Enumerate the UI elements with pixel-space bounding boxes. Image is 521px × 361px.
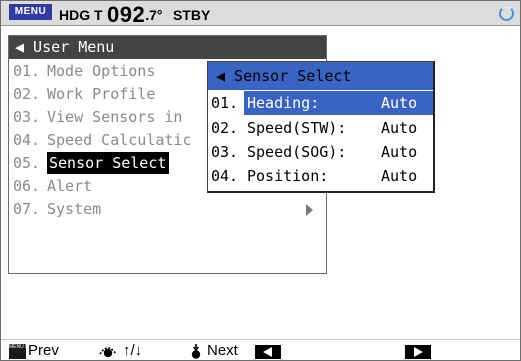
menu-esc-icon: MENU ESC: [9, 343, 35, 359]
left-arrow-key-icon[interactable]: [255, 345, 281, 359]
sensor-item-speed-stw[interactable]: 02. Speed(STW): Auto: [208, 116, 433, 140]
steering-mode: STBY: [172, 7, 211, 23]
scroll-label: ↑/↓: [123, 342, 143, 359]
heading-readout: HDG T 092.7° STBY: [59, 2, 211, 27]
knob-push-icon: [191, 344, 201, 359]
item-label: Sensor Select: [47, 152, 170, 174]
item-number: 06.: [13, 177, 41, 195]
item-label: Speed Calculatic: [47, 131, 192, 149]
heading-decimal: .7°: [145, 7, 163, 23]
item-value: Auto: [381, 94, 418, 112]
item-number: 02.: [211, 119, 239, 137]
item-label: System: [47, 200, 102, 218]
busy-spinner-icon: [499, 6, 514, 21]
scroll-key[interactable]: ↑/↓: [97, 342, 142, 359]
user-menu-item-system[interactable]: 07. System: [9, 198, 326, 220]
item-label: Speed(SOG):: [247, 143, 347, 161]
user-menu-title[interactable]: ◀ User Menu: [9, 36, 326, 59]
item-number: 01.: [13, 62, 41, 80]
display-screen: MENU HDG T 092.7° STBY ◀ User Menu 01. Mo…: [0, 0, 521, 361]
item-number: 05.: [13, 154, 41, 172]
next-label: Next: [207, 342, 238, 359]
prev-key[interactable]: MENU ESCPrev: [9, 342, 59, 359]
knob-rotate-icon: [99, 347, 117, 358]
item-label: Speed(STW):: [247, 119, 347, 137]
item-label: Work Profile: [47, 85, 156, 103]
item-label: Position:: [247, 167, 329, 185]
item-number: 04.: [13, 131, 41, 149]
item-number: 07.: [13, 200, 41, 218]
right-arrow-key-icon[interactable]: [405, 345, 431, 359]
heading-label: HDG T: [59, 7, 103, 23]
item-value: Auto: [381, 167, 418, 185]
heading-value: 092: [107, 2, 146, 27]
sensor-item-speed-sog[interactable]: 03. Speed(SOG): Auto: [208, 140, 433, 164]
sensor-select-title[interactable]: ◀ Sensor Select: [208, 62, 433, 90]
item-value: Auto: [381, 119, 418, 137]
item-label: Mode Options: [47, 62, 156, 80]
prev-label: Prev: [28, 342, 59, 359]
item-label: Alert: [47, 177, 93, 195]
sensor-select-panel: ◀ Sensor Select 01. Heading: Auto 02. Sp…: [207, 61, 435, 193]
item-number: 02.: [13, 85, 41, 103]
sensor-item-heading[interactable]: 01. Heading: Auto: [208, 91, 433, 115]
item-label: View Sensors in: [47, 108, 183, 126]
item-number: 03.: [13, 108, 41, 126]
sensor-item-position[interactable]: 04. Position: Auto: [208, 164, 433, 188]
next-key[interactable]: Next: [189, 342, 238, 359]
item-number: 04.: [211, 167, 239, 185]
submenu-arrow-icon: [306, 204, 313, 216]
item-number: 03.: [211, 143, 239, 161]
item-label: Heading:: [247, 91, 320, 115]
status-header: MENU HDG T 092.7° STBY: [1, 1, 520, 27]
item-value: Auto: [381, 143, 418, 161]
item-number: 01.: [211, 94, 239, 112]
menu-button[interactable]: MENU: [9, 4, 52, 20]
